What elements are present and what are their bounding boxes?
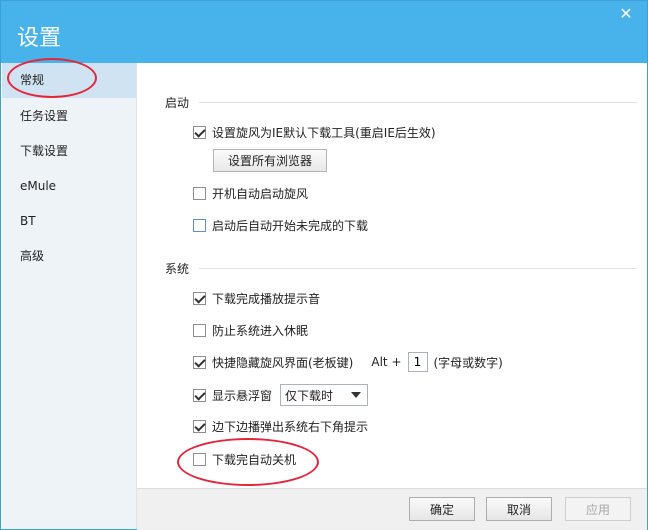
sidebar-item-advanced[interactable]: 高级 — [2, 239, 136, 274]
section-divider — [199, 102, 637, 103]
play-sound-label: 下载完成播放提示音 — [212, 291, 321, 306]
cancel-button[interactable]: 取消 — [486, 497, 552, 521]
title-bar: 设置 ✕ — [1, 1, 647, 63]
tray-popup-checkbox[interactable] — [193, 419, 206, 433]
set-default-checkbox[interactable] — [193, 125, 206, 139]
section-title-startup: 启动 — [165, 96, 190, 110]
option-hide-hotkey[interactable]: 快捷隐藏旋风界面(老板键) Alt + (字母或数字) — [193, 350, 503, 374]
chevron-down-icon — [351, 392, 362, 398]
play-sound-checkbox[interactable] — [193, 291, 206, 305]
sidebar-item-emule[interactable]: eMule — [2, 169, 136, 204]
resume-unfinished-label: 启动后自动开始未完成的下载 — [212, 218, 369, 233]
hide-hotkey-checkbox[interactable] — [193, 355, 206, 369]
autostart-checkbox[interactable] — [193, 186, 206, 200]
set-all-browsers-button[interactable]: 设置所有浏览器 — [213, 149, 327, 172]
close-icon: ✕ — [619, 4, 633, 23]
tray-popup-label: 边下边播弹出系统右下角提示 — [212, 419, 369, 434]
float-window-checkbox[interactable] — [193, 388, 206, 402]
option-set-default-downloader[interactable]: 设置旋风为IE默认下载工具(重启IE后生效) — [193, 123, 436, 141]
prevent-sleep-label: 防止系统进入休眠 — [212, 323, 309, 338]
sidebar-item-download-settings[interactable]: 下载设置 — [2, 134, 136, 169]
option-auto-shutdown[interactable]: 下载完自动关机 — [193, 450, 296, 468]
option-float-window[interactable]: 显示悬浮窗 仅下载时 — [193, 383, 369, 407]
ok-button[interactable]: 确定 — [409, 497, 475, 521]
settings-window: 设置 ✕ 常规 任务设置 下载设置 eMule BT 高级 启动 设置旋风为IE… — [0, 0, 648, 530]
hotkey-modifier: Alt + — [371, 355, 402, 369]
section-title-system: 系统 — [165, 262, 190, 276]
option-autostart[interactable]: 开机自动启动旋风 — [193, 184, 308, 202]
option-tray-popup[interactable]: 边下边播弹出系统右下角提示 — [193, 417, 368, 435]
section-divider — [199, 268, 637, 269]
option-play-sound[interactable]: 下载完成播放提示音 — [193, 289, 320, 307]
float-window-select-value: 仅下载时 — [285, 388, 334, 403]
auto-shutdown-label: 下载完自动关机 — [212, 452, 297, 467]
sidebar-item-bt[interactable]: BT — [2, 204, 136, 239]
option-prevent-sleep[interactable]: 防止系统进入休眠 — [193, 321, 308, 339]
sidebar-item-task-settings[interactable]: 任务设置 — [2, 99, 136, 134]
float-window-select[interactable]: 仅下载时 — [280, 384, 369, 406]
close-button[interactable]: ✕ — [613, 4, 639, 24]
settings-content: 启动 设置旋风为IE默认下载工具(重启IE后生效) 设置所有浏览器 开机自动启动… — [137, 63, 645, 488]
dialog-footer: 确定 取消 应用 — [137, 488, 647, 530]
float-window-label: 显示悬浮窗 — [212, 388, 273, 403]
window-title: 设置 — [17, 26, 62, 51]
apply-button[interactable]: 应用 — [565, 497, 631, 521]
hotkey-key-input[interactable] — [407, 352, 428, 372]
resume-unfinished-checkbox[interactable] — [193, 218, 206, 232]
sidebar: 常规 任务设置 下载设置 eMule BT 高级 — [2, 63, 137, 529]
hotkey-hint: (字母或数字) — [433, 355, 503, 370]
hide-hotkey-label: 快捷隐藏旋风界面(老板键) — [212, 355, 354, 370]
autostart-label: 开机自动启动旋风 — [212, 186, 309, 201]
sidebar-item-general[interactable]: 常规 — [2, 63, 136, 98]
set-default-label: 设置旋风为IE默认下载工具(重启IE后生效) — [212, 125, 436, 140]
auto-shutdown-checkbox[interactable] — [193, 452, 206, 466]
prevent-sleep-checkbox[interactable] — [193, 323, 206, 337]
option-resume-unfinished[interactable]: 启动后自动开始未完成的下载 — [193, 216, 368, 234]
